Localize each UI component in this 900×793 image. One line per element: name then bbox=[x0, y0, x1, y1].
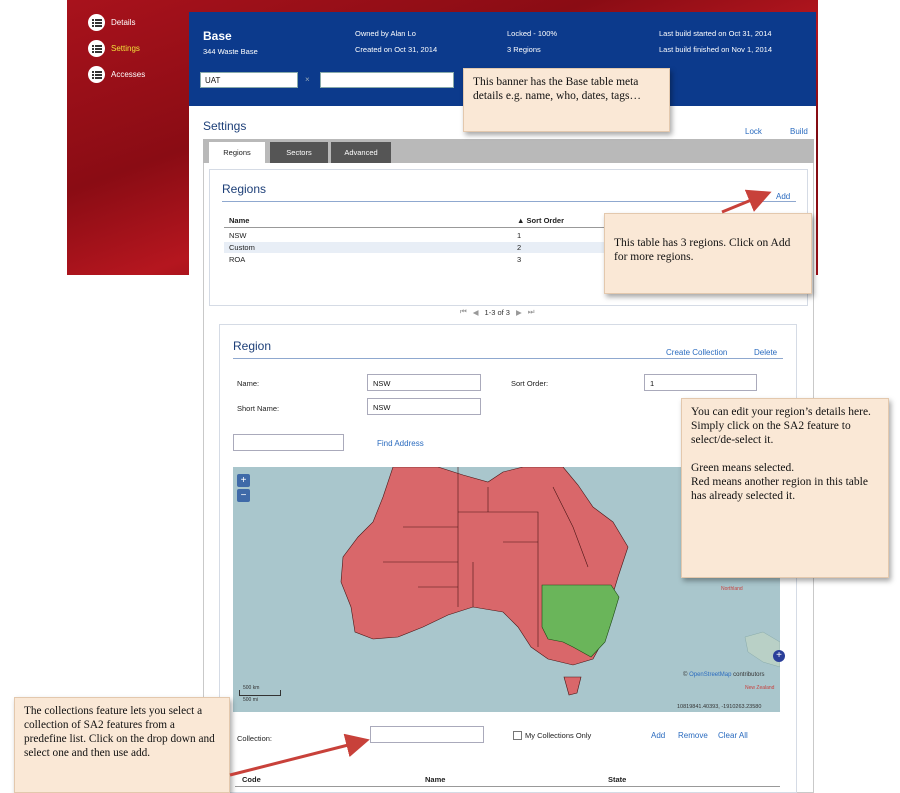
annotation-arrows bbox=[229, 189, 772, 777]
arrow-to-add bbox=[721, 189, 772, 214]
arrow-to-collection bbox=[229, 733, 370, 777]
